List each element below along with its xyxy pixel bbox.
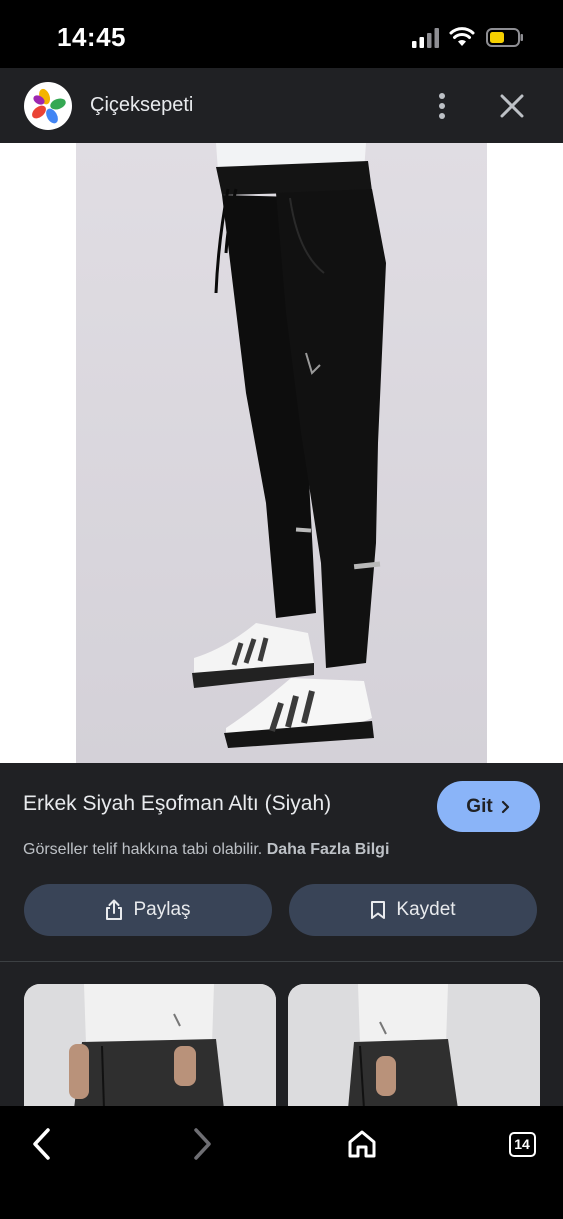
related-image-thumbnail[interactable] [288,984,540,1109]
bookmark-icon [371,901,386,919]
share-button[interactable]: Paylaş [24,884,272,936]
chevron-right-icon [501,800,509,813]
home-button[interactable] [340,1122,384,1166]
section-divider [0,961,563,962]
cellular-signal-icon [412,28,439,48]
tabs-icon: 14 [508,1131,536,1157]
battery-icon [486,28,523,47]
wifi-icon [449,27,475,46]
tabs-button[interactable]: 14 [500,1122,544,1166]
status-time: 14:45 [57,22,126,52]
share-icon [106,899,123,920]
more-info-link[interactable]: Daha Fazla Bilgi [267,841,390,858]
forward-arrow-icon [194,1128,211,1160]
close-button[interactable] [496,90,528,122]
status-bar: 14:45 [0,0,563,68]
copyright-text: Görseller telif hakkına tabi olabilir. [23,841,263,858]
back-button[interactable] [20,1122,64,1166]
share-button-label: Paylaş [133,899,191,920]
save-button[interactable]: Kaydet [289,884,537,936]
site-name: Çiçeksepeti [90,94,194,116]
result-title[interactable]: Erkek Siyah Eşofman Altı (Siyah) [23,792,331,816]
product-image[interactable] [76,143,487,763]
go-button-label: Git [466,795,493,817]
more-options-button[interactable] [426,88,458,124]
home-icon [348,1130,376,1158]
ciceksepeti-logo [24,82,72,130]
back-arrow-icon [33,1128,50,1160]
browser-toolbar: 14 [0,1106,563,1219]
copyright-notice: Görseller telif hakkına tabi olabilir. D… [23,841,389,859]
go-button[interactable]: Git [437,781,540,832]
more-vert-icon [439,93,445,119]
close-icon [500,94,524,118]
image-preview-area [0,143,563,763]
related-image-thumbnail[interactable] [24,984,276,1109]
browser-header: Çiçeksepeti [0,68,563,143]
forward-button[interactable] [180,1122,224,1166]
save-button-label: Kaydet [396,899,456,920]
